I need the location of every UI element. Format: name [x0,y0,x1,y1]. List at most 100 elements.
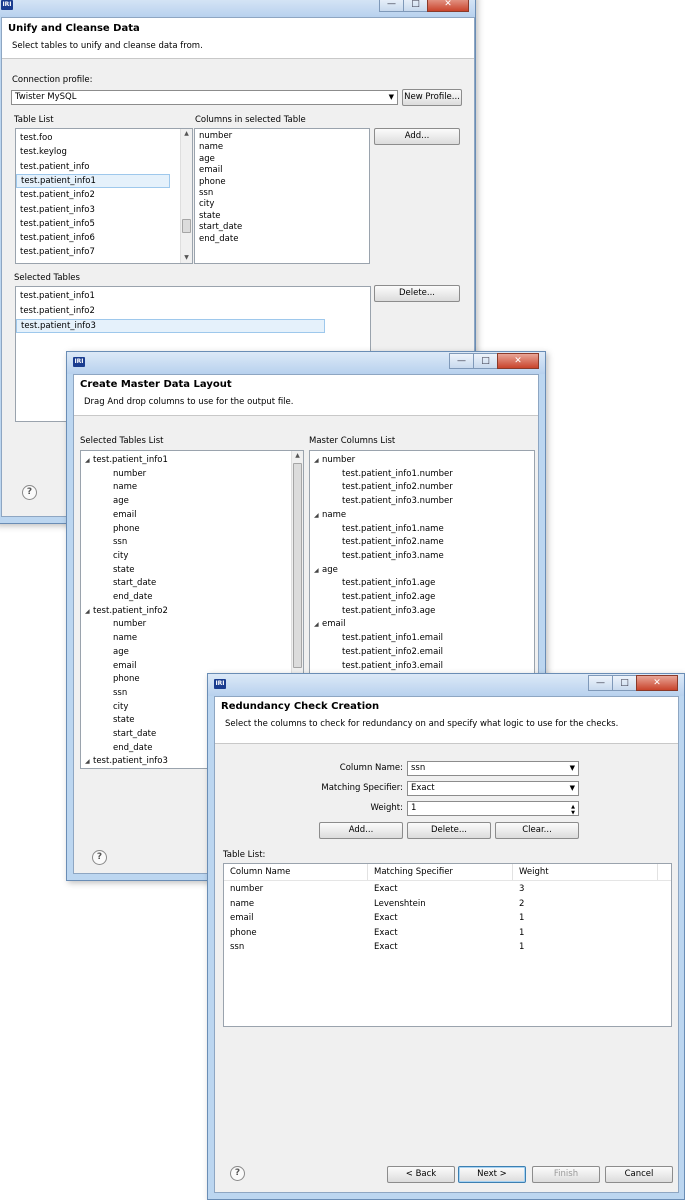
scroll-up-icon[interactable]: ▲ [181,129,192,139]
list-item[interactable]: test.patient_info6 [16,231,170,245]
list-item[interactable]: email [195,164,369,176]
new-profile-button[interactable]: New Profile... [402,89,462,106]
finish-button[interactable]: Finish [532,1166,600,1183]
tree-leaf[interactable]: test.patient_info2.age [310,590,534,604]
delete-button[interactable]: Delete... [374,285,460,302]
list-item[interactable]: state [195,210,369,222]
help-icon[interactable]: ? [22,485,37,500]
weight-spinner[interactable]: 1 ▲ ▼ [407,801,579,816]
close-icon[interactable]: ✕ [427,0,469,12]
list-item[interactable]: ssn [195,187,369,199]
help-icon[interactable]: ? [230,1166,245,1181]
tree-node[interactable]: ◢ test.patient_info1 [81,453,303,467]
tree-leaf[interactable]: test.patient_info1.number [310,467,534,481]
tree-leaf[interactable]: age [81,494,303,508]
table-list[interactable]: test.foo test.keylog test.patient_info test… [15,128,193,264]
scroll-thumb[interactable] [182,219,191,233]
close-icon[interactable]: ✕ [497,353,539,369]
tree-leaf[interactable]: test.patient_info3.number [310,494,534,508]
tree-leaf[interactable]: number [81,617,303,631]
table-row[interactable]: ssn Exact 1 [224,941,671,955]
tree-leaf[interactable]: start_date [81,576,303,590]
tree-leaf[interactable]: number [81,467,303,481]
column-header[interactable]: Matching Specifier [368,864,513,880]
list-item[interactable]: test.patient_info2 [16,304,325,318]
add-button[interactable]: Add... [319,822,403,839]
tree-node[interactable]: ◢ age [310,563,534,577]
columns-list[interactable]: number name age email phone ssn city state start… [194,128,370,264]
tree-leaf[interactable]: state [81,563,303,577]
list-item[interactable]: test.patient_info3 [16,203,170,217]
list-item[interactable]: start_date [195,221,369,233]
help-icon[interactable]: ? [92,850,107,865]
list-item[interactable]: name [195,141,369,153]
tree-leaf[interactable]: name [81,631,303,645]
title-bar[interactable]: IRI — □ ✕ [67,352,545,374]
column-name-select[interactable]: ssn ▼ [407,761,579,776]
tree-leaf[interactable]: test.patient_info1.email [310,631,534,645]
table-row[interactable]: name Levenshtein 2 [224,898,671,912]
tree-leaf[interactable]: test.patient_info2.name [310,535,534,549]
table-row[interactable]: email Exact 1 [224,912,671,926]
column-header[interactable]: Column Name [224,864,368,880]
list-item[interactable]: age [195,153,369,165]
title-bar[interactable]: IRI — □ ✕ [0,0,475,17]
list-item[interactable]: test.patient_info5 [16,217,170,231]
tree-node[interactable]: ◢ email [310,617,534,631]
tree-leaf[interactable]: city [81,549,303,563]
list-item[interactable]: test.patient_info1 [16,289,325,303]
list-item[interactable]: test.patient_info3 [16,319,325,333]
column-header[interactable]: Weight [513,864,658,880]
close-icon[interactable]: ✕ [636,675,678,691]
list-item[interactable]: test.foo [16,131,170,145]
tree-leaf[interactable]: phone [81,522,303,536]
tree-node[interactable]: ◢ number [310,453,534,467]
list-item[interactable]: test.patient_info7 [16,245,170,259]
clear-button[interactable]: Clear... [495,822,579,839]
table-row[interactable]: phone Exact 1 [224,927,671,941]
tree-leaf[interactable]: test.patient_info3.name [310,549,534,563]
tree-leaf[interactable]: end_date [81,590,303,604]
add-button[interactable]: Add... [374,128,460,145]
cancel-button[interactable]: Cancel [605,1166,673,1183]
tree-leaf[interactable]: test.patient_info1.age [310,576,534,590]
scroll-up-icon[interactable]: ▲ [292,451,303,461]
tree-leaf[interactable]: test.patient_info2.email [310,645,534,659]
table-list-scrollbar[interactable]: ▲ ▼ [180,129,192,263]
maximize-icon[interactable]: □ [473,353,498,369]
maximize-icon[interactable]: □ [403,0,428,12]
next-button[interactable]: Next > [458,1166,526,1183]
list-item[interactable]: test.patient_info2 [16,188,170,202]
redundancy-table[interactable]: Column Name Matching Specifier Weight nu… [223,863,672,1027]
maximize-icon[interactable]: □ [612,675,637,691]
list-item[interactable]: test.keylog [16,145,170,159]
list-item[interactable]: test.patient_info1 [16,173,170,188]
tree-leaf[interactable]: ssn [81,535,303,549]
list-item[interactable]: test.patient_info [16,160,170,174]
matching-specifier-select[interactable]: Exact ▼ [407,781,579,796]
tree-leaf[interactable]: test.patient_info3.age [310,604,534,618]
minimize-icon[interactable]: — [449,353,474,369]
delete-button[interactable]: Delete... [407,822,491,839]
scroll-thumb[interactable] [293,463,302,668]
back-button[interactable]: < Back [387,1166,455,1183]
table-row[interactable]: number Exact 3 [224,883,671,897]
connection-select[interactable]: Twister MySQL ▼ [11,90,398,105]
tree-node[interactable]: ◢ name [310,508,534,522]
tree-leaf[interactable]: name [81,480,303,494]
tree-leaf[interactable]: email [81,659,303,673]
expand-triangle-icon[interactable]: ◢ [85,755,93,768]
tree-leaf[interactable]: test.patient_info3.email [310,659,534,673]
title-bar[interactable]: IRI — □ ✕ [208,674,684,696]
tree-leaf[interactable]: email [81,508,303,522]
scroll-down-icon[interactable]: ▼ [181,253,192,263]
list-item[interactable]: end_date [195,233,369,245]
minimize-icon[interactable]: — [379,0,404,12]
tree-node[interactable]: ◢ test.patient_info2 [81,604,303,618]
spinner-arrows-icon[interactable]: ▲ ▼ [571,804,575,816]
list-item[interactable]: number [195,130,369,142]
tree-leaf[interactable]: age [81,645,303,659]
tree-leaf[interactable]: test.patient_info2.number [310,480,534,494]
list-item[interactable]: city [195,198,369,210]
minimize-icon[interactable]: — [588,675,613,691]
